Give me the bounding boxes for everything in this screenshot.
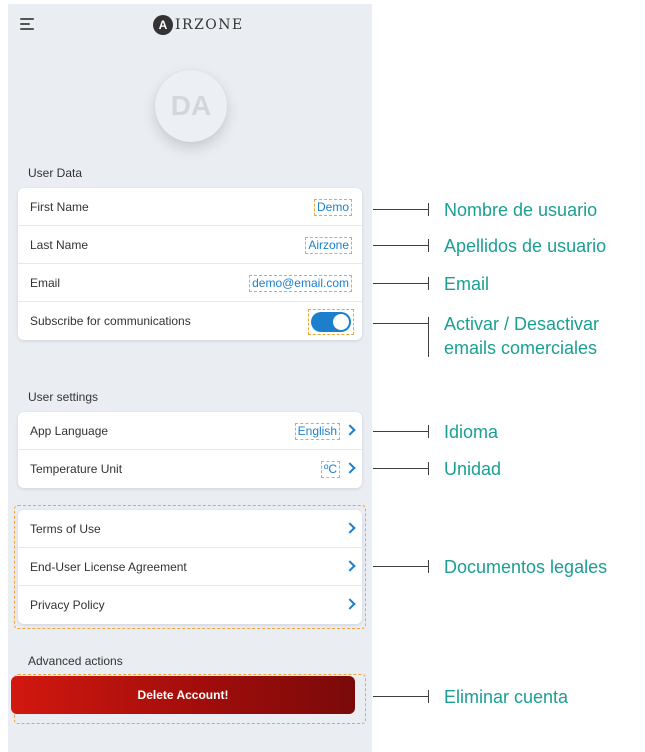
terms-of-use-row[interactable]: Terms of Use [18,510,362,548]
callout-line [373,696,428,697]
callout-subscribe-text-1: Activar / Desactivar [444,314,600,334]
logo-letter: A [153,15,173,35]
callout-first-name-text: Nombre de usuario [444,200,598,220]
hamburger-menu-icon[interactable] [20,18,34,30]
callout-line [373,283,428,284]
user-settings-card: App Language English Temperature Unit ºC [18,412,362,488]
callout-tick [428,462,429,475]
delete-account-button[interactable]: Delete Account! [11,676,355,714]
callout-tick [428,203,429,216]
app-screen: A IRZONE DA User Data First Name Demo La… [8,4,372,752]
callout-line [373,323,428,324]
eula-row[interactable]: End-User License Agreement [18,548,362,586]
avatar-initials: DA [170,90,212,121]
user-data-card: First Name Demo Last Name Airzone Email … [18,188,362,340]
privacy-policy-row[interactable]: Privacy Policy [18,586,362,624]
privacy-policy-label: Privacy Policy [30,598,105,612]
email-value[interactable]: demo@email.com [249,275,352,292]
callout-tick [428,425,429,438]
subscribe-toggle-frame [308,309,354,335]
temperature-unit-value: ºC [320,461,340,478]
callout-unit-text: Unidad [444,459,502,479]
callout-line [373,245,428,246]
callout-legal-text: Documentos legales [444,557,608,577]
callout-email-text: Email [444,274,490,294]
section-title-user-data: User Data [28,166,83,180]
app-language-row[interactable]: App Language English [18,412,362,450]
callout-tick [428,560,429,573]
callout-line [373,468,428,469]
callout-line [373,209,428,210]
app-language-label: App Language [30,423,109,438]
last-name-row[interactable]: Last Name Airzone [18,226,362,264]
top-bar: A IRZONE [8,4,372,42]
eula-label: End-User License Agreement [30,559,187,574]
last-name-value[interactable]: Airzone [305,237,352,254]
callout-tick [428,277,429,290]
subscribe-row: Subscribe for communications [18,302,362,340]
first-name-value[interactable]: Demo [313,199,352,216]
last-name-label: Last Name [30,237,89,252]
toggle-knob [333,314,349,330]
section-title-advanced: Advanced actions [28,654,123,668]
callout-line [373,566,428,567]
callout-tick [428,239,429,252]
avatar: DA [155,70,227,142]
callout-tick [428,690,429,703]
callout-line [373,431,428,432]
temperature-unit-label: Temperature Unit [30,462,123,476]
chevron-right-icon [346,522,354,534]
airzone-logo: A IRZONE [153,14,244,36]
chevron-right-icon [346,598,354,610]
callout-delete-text: Eliminar cuenta [444,687,569,707]
logo-text: IRZONE [175,17,244,33]
email-row[interactable]: Email demo@email.com [18,264,362,302]
chevron-right-icon [346,462,354,474]
chevron-right-icon [346,560,354,572]
section-title-user-settings: User settings [28,390,99,404]
callout-last-name-text: Apellidos de usuario [444,236,607,256]
callout-tick [428,317,429,357]
subscribe-toggle[interactable] [311,312,351,332]
first-name-row[interactable]: First Name Demo [18,188,362,226]
subscribe-label: Subscribe for communications [30,314,191,328]
callout-subscribe-text-2: emails comerciales [444,338,598,358]
first-name-label: First Name [30,199,89,214]
terms-of-use-label: Terms of Use [30,521,101,536]
email-label: Email [30,275,61,290]
chevron-right-icon [346,424,354,436]
callout-language-text: Idioma [444,422,499,442]
legal-card: Terms of Use End-User License Agreement … [18,510,362,624]
temperature-unit-row[interactable]: Temperature Unit ºC [18,450,362,488]
app-language-value: English [294,423,340,440]
